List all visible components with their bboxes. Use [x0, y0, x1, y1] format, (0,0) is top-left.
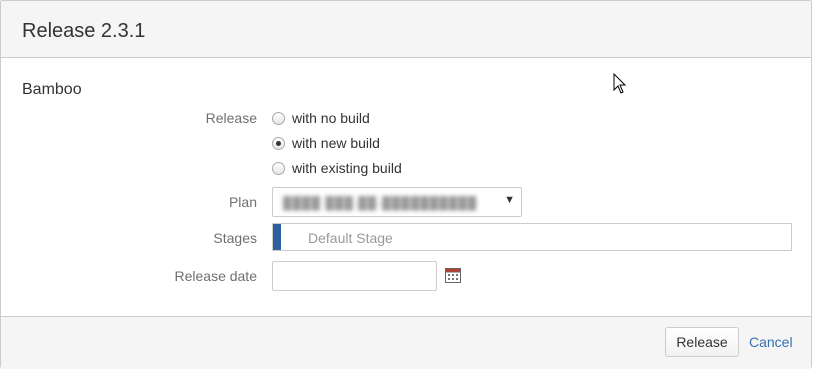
plan-select-value: ████ ███ ██-██████████: [283, 196, 478, 210]
plan-select[interactable]: ████ ███ ██-██████████ ▼: [272, 187, 522, 217]
release-button[interactable]: Release: [665, 327, 739, 357]
radio-label-new-build: with new build: [292, 135, 380, 151]
radio-option-existing-build[interactable]: with existing build: [272, 159, 402, 177]
release-date-input[interactable]: [272, 261, 437, 291]
mouse-pointer-icon: [613, 73, 627, 94]
radio-option-new-build[interactable]: with new build: [272, 134, 380, 152]
radio-existing-build[interactable]: [272, 161, 285, 175]
stages-value: Default Stage: [308, 230, 393, 246]
dialog-footer: Release Cancel: [1, 316, 811, 369]
dialog-title: Release 2.3.1: [22, 20, 146, 42]
plan-label: Plan: [228, 194, 257, 210]
stages-label: Stages: [213, 230, 257, 246]
release-label: Release: [205, 110, 257, 126]
cancel-link[interactable]: Cancel: [749, 334, 793, 350]
dialog-header: Release 2.3.1: [1, 1, 811, 58]
radio-no-build[interactable]: [272, 111, 285, 125]
stages-accent-bar: [273, 224, 281, 250]
section-title: Bamboo: [22, 81, 82, 98]
radio-new-build[interactable]: [272, 136, 285, 150]
release-date-label: Release date: [174, 268, 257, 284]
radio-option-no-build[interactable]: with no build: [272, 109, 370, 127]
chevron-down-icon: ▼: [504, 194, 515, 206]
radio-label-existing-build: with existing build: [292, 160, 402, 176]
release-dialog: Release 2.3.1 Bamboo Release with no bui…: [0, 0, 812, 369]
stages-field[interactable]: Default Stage: [272, 223, 792, 251]
calendar-icon[interactable]: [445, 267, 461, 283]
radio-label-no-build: with no build: [292, 110, 370, 126]
